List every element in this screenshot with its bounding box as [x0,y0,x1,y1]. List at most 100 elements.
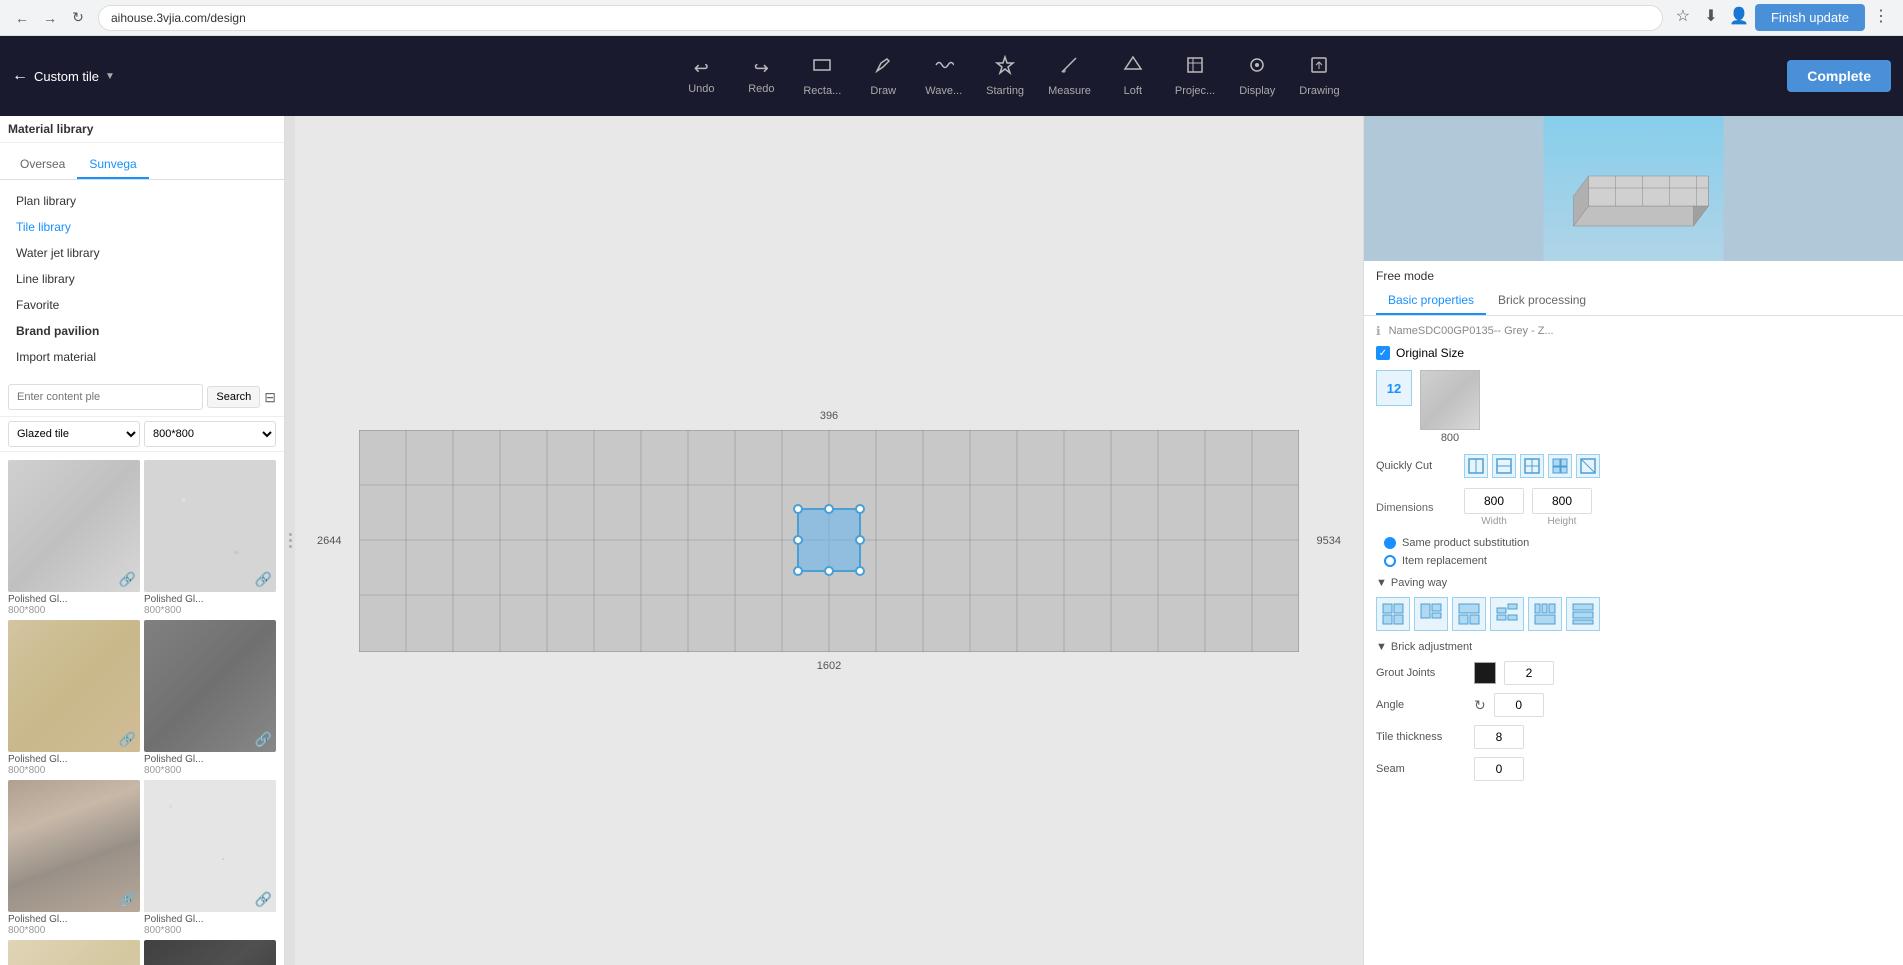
nav-import-material[interactable]: Import material [0,344,284,370]
original-size-checkbox[interactable]: ✓ [1376,346,1390,360]
canvas-area[interactable]: 396 2644 9534 1602 [295,116,1363,965]
paving-icon-2[interactable] [1414,597,1448,631]
panel-divider[interactable] [285,116,295,965]
tile-card-3[interactable]: 🔗 Polished Gl... 800*800 [8,620,140,776]
nav-brand-pavilion[interactable]: Brand pavilion [0,318,284,344]
tool-project[interactable]: Projec... [1165,49,1225,103]
size-preview-row: 12 800 [1376,370,1891,444]
tool-loft[interactable]: Loft [1105,49,1161,103]
size-select[interactable]: 800*800 [144,421,276,447]
more-button[interactable]: ⋮ [1869,4,1893,28]
rotate-icon[interactable]: ↻ [1474,697,1486,714]
paving-icon-5[interactable] [1528,597,1562,631]
dim-left: 2644 [317,535,341,547]
paving-icon-6[interactable] [1566,597,1600,631]
loft-icon [1123,55,1143,81]
cut-icon-1[interactable] [1464,454,1488,478]
bookmark-button[interactable]: ☆ [1671,4,1695,28]
back-button[interactable]: ← [10,6,34,30]
paving-way-label: Paving way [1391,577,1447,589]
tool-measure[interactable]: Measure [1038,49,1101,103]
nav-waterjet-library[interactable]: Water jet library [0,240,284,266]
tool-draw[interactable]: Draw [855,49,911,103]
tool-undo[interactable]: ↩ Undo [673,52,729,101]
nav-plan-library[interactable]: Plan library [0,188,284,214]
tile-size-2: 800*800 [144,605,276,616]
tile-thickness-input[interactable] [1474,725,1524,749]
cut-icon-4[interactable] [1548,454,1572,478]
grout-joints-input[interactable] [1504,661,1554,685]
tile-card-4[interactable]: 🔗 Polished Gl... 800*800 [144,620,276,776]
tile-label-2: Polished Gl... [144,594,276,605]
dim-width-group: Width [1464,488,1524,527]
cut-icon-5[interactable] [1576,454,1600,478]
tile-size-3: 800*800 [8,765,140,776]
seam-input[interactable] [1474,757,1524,781]
app-back-button[interactable]: ← [12,67,28,85]
size-number-box[interactable]: 12 [1376,370,1412,406]
tool-redo[interactable]: ↪ Redo [733,52,789,101]
info-icon: ℹ [1376,324,1381,338]
dim-height-input[interactable] [1532,488,1592,514]
search-input[interactable] [8,384,203,410]
radio-same-product-btn[interactable] [1384,537,1396,549]
reload-button[interactable]: ↻ [66,6,90,30]
tool-wave[interactable]: Wave... [915,49,972,103]
tool-recta[interactable]: Recta... [793,49,851,103]
tab-sunvega[interactable]: Sunvega [77,151,148,179]
tile-thumb-7: 🔗 [8,940,140,965]
nav-tile-library[interactable]: Tile library [0,214,284,240]
finish-update-button[interactable]: Finish update [1755,4,1865,31]
tile-thickness-row: Tile thickness [1376,725,1891,749]
display-icon [1247,55,1267,81]
tile-card-8[interactable]: 🔗 Polished Gl... 800*800 [144,940,276,965]
glazed-tile-select[interactable]: Glazed tile [8,421,140,447]
tile-texture-8 [144,940,276,965]
dropdown-icon[interactable]: ▼ [105,71,115,82]
seam-label: Seam [1376,763,1466,775]
tile-label-4: Polished Gl... [144,754,276,765]
dim-width-input[interactable] [1464,488,1524,514]
tab-brick-processing[interactable]: Brick processing [1486,287,1598,315]
download-button[interactable]: ⬇ [1699,4,1723,28]
forward-button[interactable]: → [38,6,62,30]
tab-basic-properties[interactable]: Basic properties [1376,287,1486,315]
tile-card-2[interactable]: 🔗 Polished Gl... 800*800 [144,460,276,616]
recta-label: Recta... [803,85,841,97]
angle-input[interactable] [1494,693,1544,717]
cut-icon-2[interactable] [1492,454,1516,478]
address-bar[interactable]: aihouse.3vjia.com/design [98,5,1663,31]
tile-card-7[interactable]: 🔗 Polished Gl... 800*800 [8,940,140,965]
tile-card-5[interactable]: 🔗 Polished Gl... 800*800 [8,780,140,936]
grout-color-swatch[interactable] [1474,662,1496,684]
radio-item-replacement-btn[interactable] [1384,555,1396,567]
complete-button[interactable]: Complete [1787,60,1891,92]
tile-grid-svg [359,430,1299,652]
nav-favorite[interactable]: Favorite [0,292,284,318]
paving-way-section: ▼ Paving way [1376,577,1891,589]
preview-svg [1364,116,1903,261]
brick-adj-arrow: ▼ [1376,641,1387,653]
tool-drawing[interactable]: Drawing [1289,49,1349,103]
filter-icon[interactable]: ⊟ [264,389,276,406]
tile-card-6[interactable]: 🔗 Polished Gl... 800*800 [144,780,276,936]
search-button[interactable]: Search [207,386,260,408]
paving-icon-1[interactable] [1376,597,1410,631]
nav-line-library[interactable]: Line library [0,266,284,292]
paving-icon-3[interactable] [1452,597,1486,631]
tile-thumb-3: 🔗 [8,620,140,752]
seam-row: Seam [1376,757,1891,781]
cut-icon-3[interactable] [1520,454,1544,478]
tab-oversea[interactable]: Oversea [8,151,77,179]
project-icon [1185,55,1205,81]
left-panel: Material library Oversea Sunvega Plan li… [0,116,285,965]
tile-label-6: Polished Gl... [144,914,276,925]
substitution-options: Same product substitution Item replaceme… [1384,537,1891,567]
tool-starting[interactable]: Starting [976,49,1034,103]
browser-chrome: ← → ↻ aihouse.3vjia.com/design ☆ ⬇ 👤 Fin… [0,0,1903,36]
tile-card-1[interactable]: 🔗 Polished Gl... 800*800 [8,460,140,616]
paving-icon-4[interactable] [1490,597,1524,631]
profile-button[interactable]: 👤 [1727,4,1751,28]
tool-display[interactable]: Display [1229,49,1285,103]
undo-icon: ↩ [694,58,709,79]
